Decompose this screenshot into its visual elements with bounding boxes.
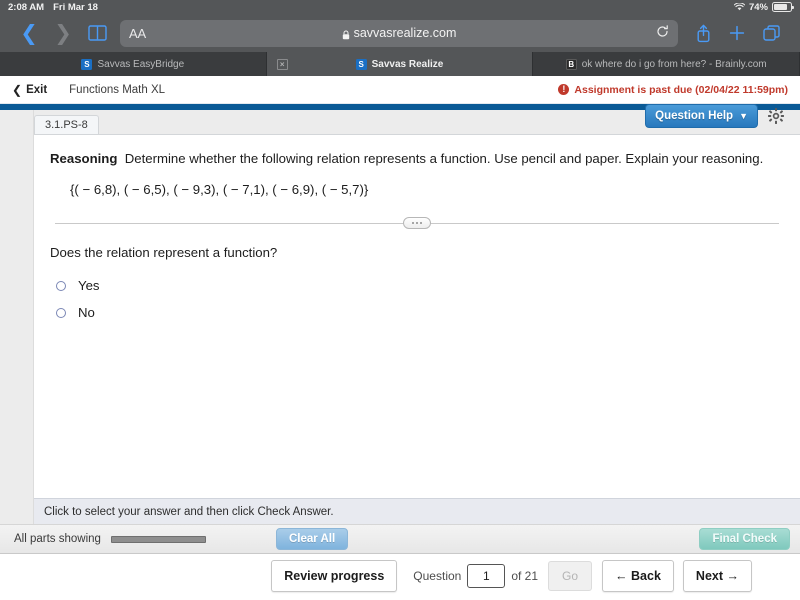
battery-icon — [772, 2, 794, 12]
url-display: savvasrealize.com — [120, 26, 678, 40]
left-rail — [0, 110, 34, 524]
gear-icon[interactable] — [768, 108, 784, 124]
question-id-tab[interactable]: 3.1.PS-8 — [34, 115, 99, 134]
question-number-label: Question — [413, 569, 462, 583]
past-due-text: Assignment is past due (02/04/22 11:59pm… — [574, 83, 788, 96]
question-help-label: Question Help — [655, 110, 734, 122]
question-number-group: Question of 21 — [413, 564, 538, 588]
browser-tab-easybridge[interactable]: S Savvas EasyBridge — [0, 52, 267, 76]
next-label: Next — [695, 569, 724, 583]
new-tab-button[interactable] — [720, 18, 754, 48]
go-button[interactable]: Go — [548, 561, 593, 591]
prompt-text: Determine whether the following relation… — [124, 151, 764, 166]
browser-tab-brainly[interactable]: B ok where do i go from here? - Brainly.… — [533, 52, 800, 76]
parts-status-label: All parts showing — [14, 533, 101, 545]
action-bar: All parts showing Clear All Final Check — [0, 524, 800, 554]
back-button[interactable]: ❮ — [12, 18, 46, 48]
browser-toolbar: ❮ ❯ AA savvasrealize.com — [0, 14, 800, 52]
question-number-input[interactable] — [467, 564, 506, 588]
question-panel: 3.1.PS-8 Reasoning Determine whether the… — [34, 110, 800, 524]
panel-divider — [50, 217, 784, 230]
back-label: Back — [631, 569, 661, 583]
choice-yes[interactable]: Yes — [50, 278, 784, 293]
savvas-favicon: S — [355, 58, 367, 70]
brainly-favicon: B — [565, 58, 577, 70]
share-button[interactable] — [686, 18, 720, 48]
tab-title: ok where do i go from here? - Brainly.co… — [581, 58, 767, 70]
back-nav-button[interactable]: ← Back — [602, 560, 674, 592]
status-date: Fri Mar 18 — [53, 1, 98, 13]
question-total-label: of 21 — [511, 569, 539, 583]
hint-bar: Click to select your answer and then cli… — [34, 498, 800, 524]
parts-progress-bar[interactable] — [110, 535, 206, 543]
arrow-left-icon: ← — [615, 569, 628, 583]
tab-bar: S Savvas EasyBridge × S Savvas Realize B… — [0, 52, 800, 76]
wifi-icon — [733, 3, 745, 11]
ios-status-bar: 2:08 AM Fri Mar 18 74% — [0, 0, 800, 14]
radio-icon[interactable] — [56, 280, 66, 291]
app-header: ❮ Exit Functions Math XL ! Assignment is… — [0, 76, 800, 104]
drag-handle-icon[interactable] — [403, 217, 431, 230]
relation-set: {( − 6,8), ( − 6,5), ( − 9,3), ( − 7,1),… — [70, 182, 369, 198]
alert-icon: ! — [558, 84, 570, 95]
clear-all-button[interactable]: Clear All — [275, 528, 349, 550]
past-due-alert: ! Assignment is past due (02/04/22 11:59… — [558, 84, 788, 96]
choice-no[interactable]: No — [50, 305, 784, 320]
assignment-title: Functions Math XL — [69, 83, 166, 96]
status-right-cluster: 74% — [733, 1, 794, 13]
choice-label: No — [78, 305, 95, 321]
tab-title: Savvas EasyBridge — [97, 58, 185, 70]
screen-root: 2:08 AM Fri Mar 18 74% ❮ ❯ AA savvasreal… — [0, 0, 800, 600]
radio-icon[interactable] — [56, 307, 66, 318]
bottom-nav: Review progress Question of 21 Go ← Back… — [0, 554, 800, 598]
chevron-left-icon: ❮ — [12, 82, 23, 97]
status-time: 2:08 AM — [8, 1, 45, 13]
question-help-group: Question Help ▼ — [645, 104, 784, 128]
arrow-right-icon: → — [726, 569, 740, 583]
bookmarks-button[interactable] — [80, 18, 114, 48]
caret-down-icon: ▼ — [739, 111, 748, 121]
choice-label: Yes — [78, 278, 100, 294]
review-progress-button[interactable]: Review progress — [271, 560, 398, 592]
question-help-button[interactable]: Question Help ▼ — [645, 104, 758, 128]
exit-label: Exit — [26, 83, 48, 96]
browser-tab-realize[interactable]: × S Savvas Realize — [266, 52, 534, 76]
workspace: 3.1.PS-8 Reasoning Determine whether the… — [0, 104, 800, 524]
tab-title: Savvas Realize — [371, 58, 444, 70]
next-nav-button[interactable]: Next → — [682, 560, 752, 592]
final-check-button[interactable]: Final Check — [699, 528, 790, 550]
savvas-favicon: S — [81, 58, 93, 70]
battery-percent: 74% — [748, 1, 768, 13]
sub-question-text: Does the relation represent a function? — [50, 245, 278, 261]
tabs-overview-button[interactable] — [754, 18, 788, 48]
question-body: Reasoning Determine whether the followin… — [34, 134, 800, 498]
question-prompt: Reasoning Determine whether the followin… — [50, 149, 784, 168]
answer-choices: Yes No — [50, 278, 784, 320]
lock-icon — [342, 29, 349, 39]
forward-button[interactable]: ❯ — [46, 18, 80, 48]
reload-icon[interactable] — [656, 25, 669, 41]
prompt-label: Reasoning — [50, 151, 118, 166]
exit-button[interactable]: ❮ Exit — [12, 83, 47, 97]
url-bar[interactable]: AA savvasrealize.com — [120, 19, 678, 47]
url-text: savvasrealize.com — [353, 26, 457, 40]
close-icon[interactable]: × — [276, 58, 288, 70]
